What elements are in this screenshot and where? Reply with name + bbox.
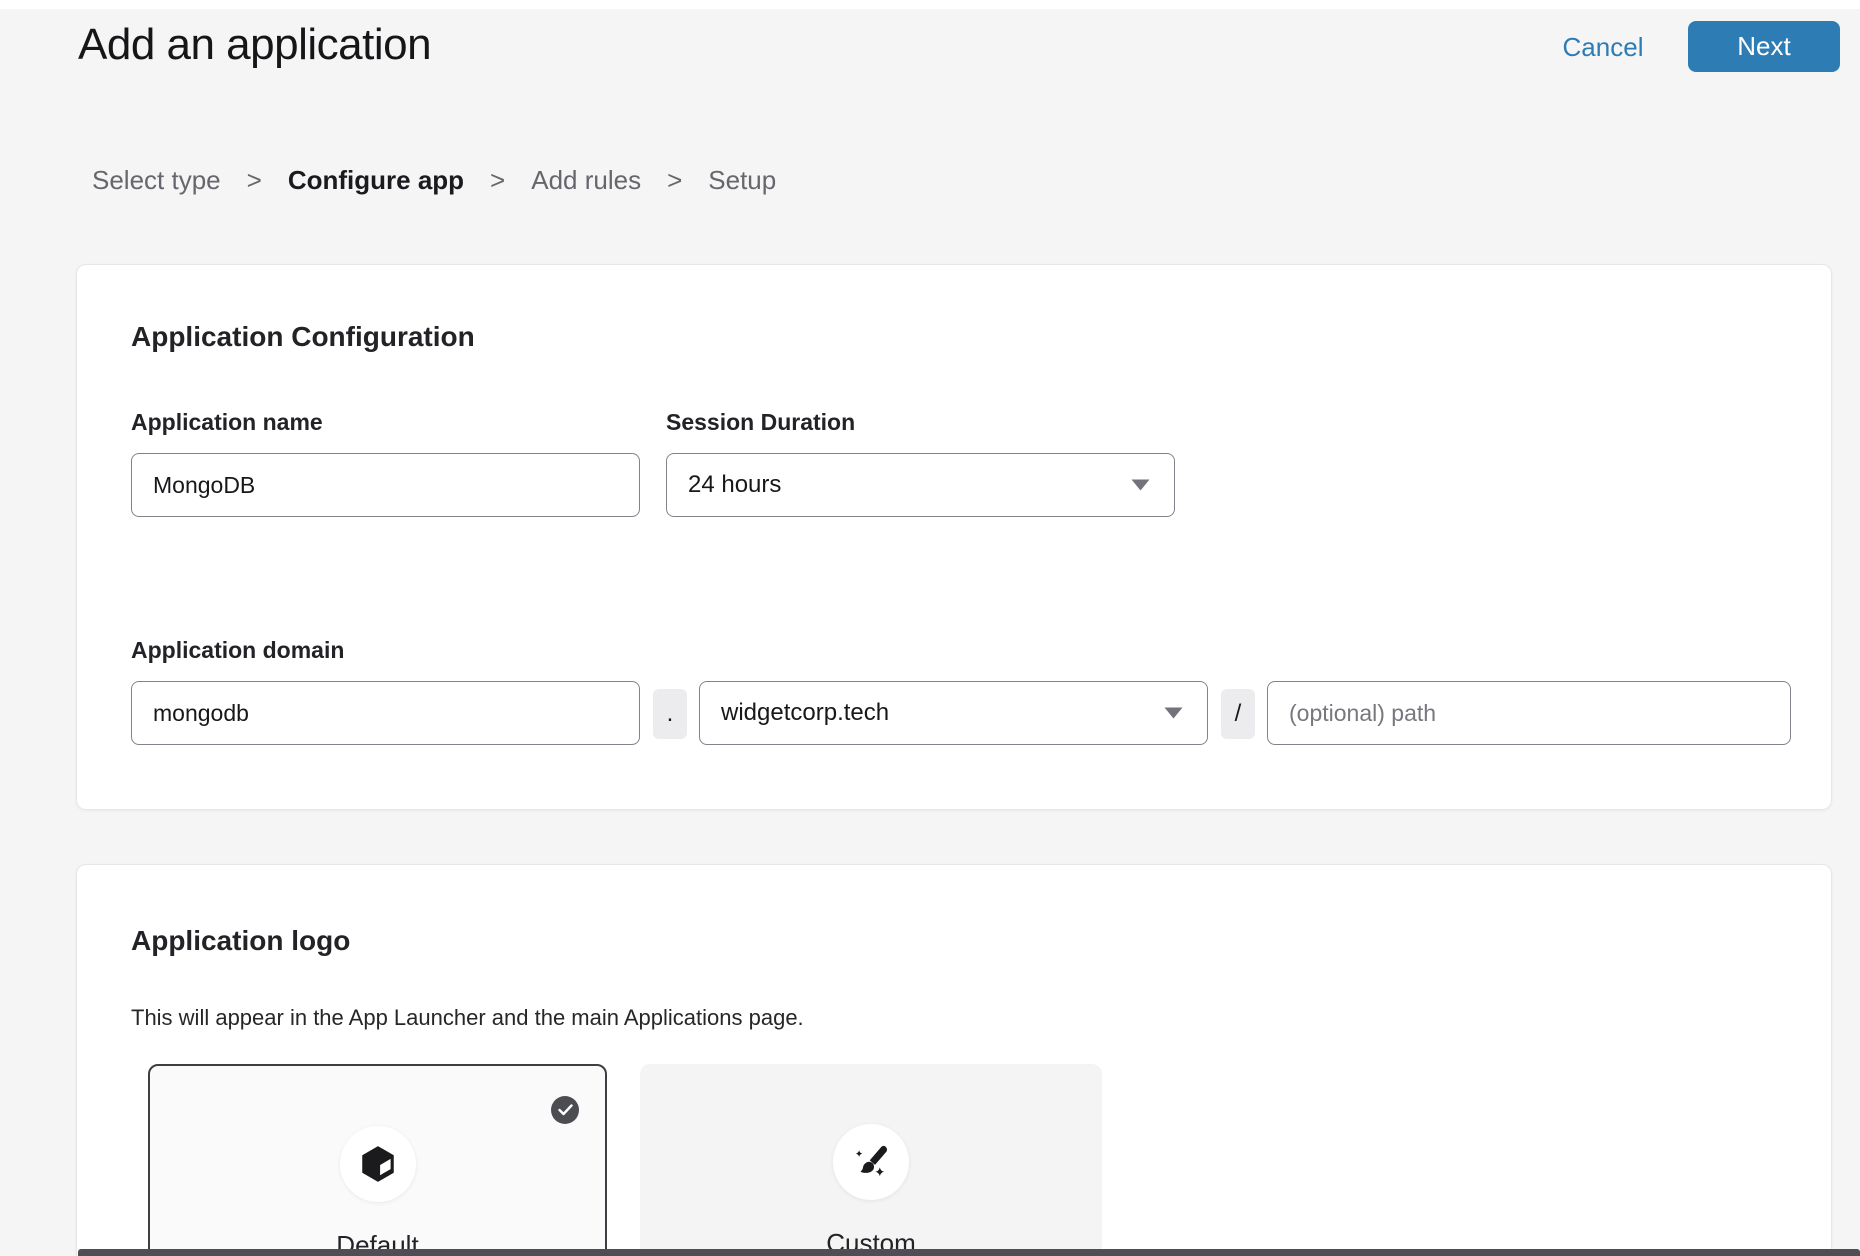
domain-select-value: widgetcorp.tech xyxy=(721,699,889,727)
section-heading-application-logo: Application logo xyxy=(131,925,350,957)
bottom-edge-bar xyxy=(78,1249,1860,1256)
chevron-down-icon xyxy=(1131,479,1150,491)
check-badge xyxy=(551,1096,579,1124)
breadcrumb-step-add-rules[interactable]: Add rules xyxy=(531,165,641,196)
breadcrumb-step-configure-app[interactable]: Configure app xyxy=(288,165,464,196)
logo-option-default[interactable]: Default xyxy=(148,1064,607,1256)
application-name-label: Application name xyxy=(131,409,323,436)
add-application-page: Add an application Cancel Next Select ty… xyxy=(0,0,1860,1256)
logo-description: This will appear in the App Launcher and… xyxy=(131,1005,804,1031)
breadcrumb: Select type > Configure app > Add rules … xyxy=(92,165,776,196)
path-input[interactable] xyxy=(1267,681,1791,745)
session-duration-select[interactable]: 24 hours xyxy=(666,453,1175,517)
custom-logo-circle xyxy=(833,1124,909,1200)
next-button[interactable]: Next xyxy=(1688,21,1840,72)
paintbrush-icon xyxy=(849,1140,893,1184)
application-logo-card: Application logo This will appear in the… xyxy=(76,864,1832,1256)
section-heading-application-configuration: Application Configuration xyxy=(131,321,475,353)
slash-separator-badge: / xyxy=(1221,689,1255,739)
application-configuration-card: Application Configuration Application na… xyxy=(76,264,1832,810)
cancel-button[interactable]: Cancel xyxy=(1562,32,1644,63)
page-title: Add an application xyxy=(78,20,431,70)
breadcrumb-separator: > xyxy=(490,165,505,196)
logo-option-custom[interactable]: Custom xyxy=(640,1064,1102,1256)
session-duration-value: 24 hours xyxy=(688,471,781,499)
check-icon xyxy=(558,1104,573,1116)
subdomain-input[interactable] xyxy=(131,681,640,745)
cube-icon xyxy=(357,1143,399,1185)
breadcrumb-separator: > xyxy=(667,165,682,196)
top-edge-strip xyxy=(0,0,1860,9)
application-name-input[interactable] xyxy=(131,453,640,517)
default-logo-circle xyxy=(340,1126,416,1202)
breadcrumb-step-setup[interactable]: Setup xyxy=(708,165,776,196)
application-domain-label: Application domain xyxy=(131,637,344,664)
chevron-down-icon xyxy=(1164,707,1183,719)
dot-separator-badge: . xyxy=(653,689,687,739)
domain-select[interactable]: widgetcorp.tech xyxy=(699,681,1208,745)
breadcrumb-separator: > xyxy=(247,165,262,196)
session-duration-label: Session Duration xyxy=(666,409,855,436)
breadcrumb-step-select-type[interactable]: Select type xyxy=(92,165,221,196)
